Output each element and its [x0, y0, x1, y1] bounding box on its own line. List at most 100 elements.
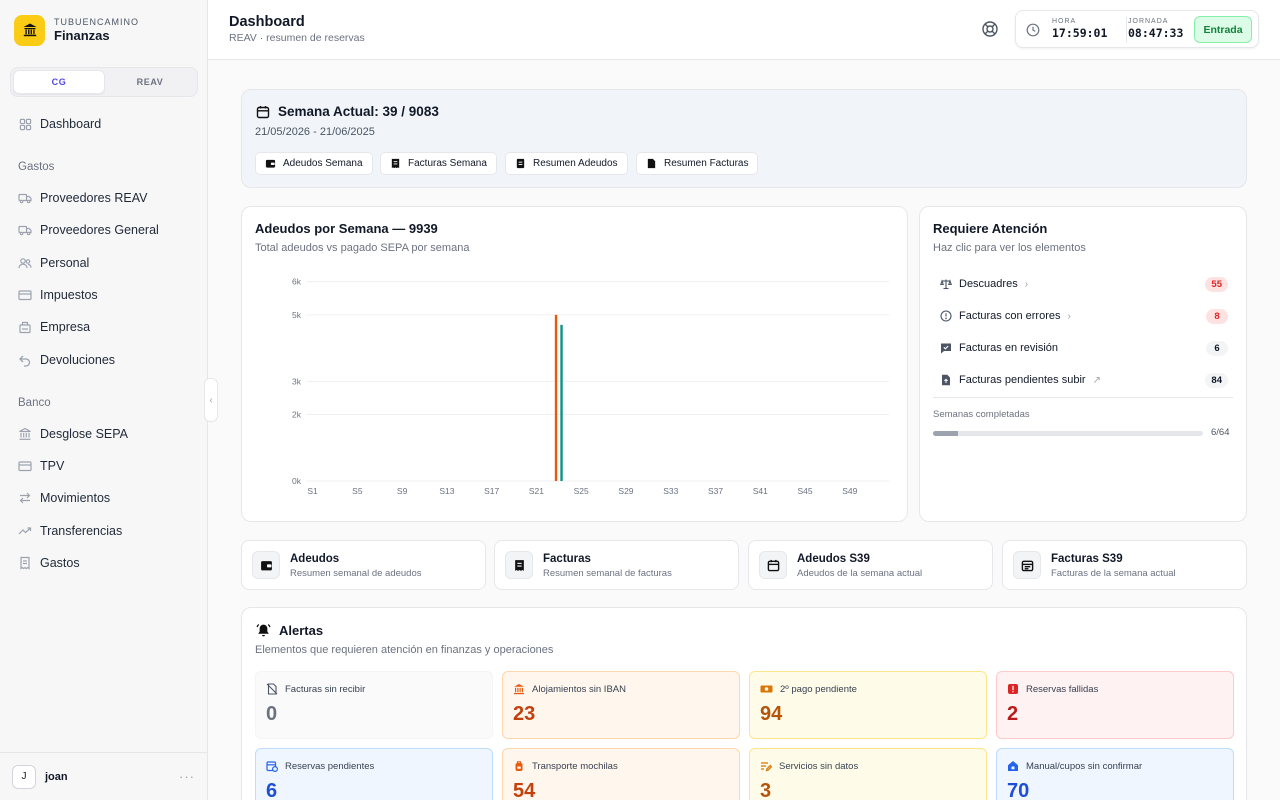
sidebar-item-transferencias[interactable]: Transferencias — [18, 521, 122, 541]
wbtn-label: Resumen Facturas — [664, 158, 749, 169]
attention-title: Requiere Atención — [933, 221, 1048, 236]
sidebar-item-proveedores-reav[interactable]: Proveedores REAV — [18, 188, 147, 208]
sidebar-item-desglose-sepa[interactable]: Desglose SEPA — [18, 424, 128, 444]
sidebar-item-movimientos[interactable]: Movimientos — [18, 488, 110, 508]
attention-label: Facturas con errores — [959, 310, 1061, 322]
tile-label: Servicios sin datos — [779, 760, 859, 772]
tile-label: Transporte mochilas — [532, 760, 618, 772]
sidebar-section-banco: Banco — [18, 397, 51, 409]
sidebar-item-label: Personal — [40, 256, 90, 270]
sidebar-item-label: Movimientos — [40, 491, 111, 505]
user-menu[interactable]: J joan ··· — [0, 752, 207, 800]
backpack-icon — [513, 760, 525, 772]
help-icon[interactable] — [981, 20, 999, 38]
quick-link-facturas-s39[interactable]: Facturas S39 Facturas de la semana actua… — [1002, 540, 1247, 590]
sidebar-item-proveedores-general[interactable]: Proveedores General — [18, 220, 159, 240]
bank-icon — [18, 427, 32, 441]
y-tick-label: 0k — [292, 476, 302, 486]
x-tick-label: S9 — [397, 486, 408, 496]
y-tick-label: 5k — [292, 310, 302, 320]
brand-app-name: Finanzas — [54, 28, 110, 43]
attention-label: Facturas en revisión — [959, 342, 1059, 354]
sidebar-collapse-button[interactable]: ‹ — [204, 378, 218, 422]
x-tick-label: S29 — [618, 486, 633, 496]
attention-row-facturas-errores[interactable]: Facturas con errores › 8 — [940, 307, 1228, 325]
chart-bar[interactable] — [560, 324, 563, 481]
sidebar-item-label: TPV — [40, 459, 65, 473]
quick-link-adeudos-s39[interactable]: Adeudos S39 Adeudos de la semana actual — [748, 540, 993, 590]
alert-tile-manual-cupos[interactable]: Manual/cupos sin confirmar 70 — [996, 748, 1234, 800]
file-icon — [646, 158, 657, 169]
y-tick-label: 3k — [292, 376, 302, 386]
wbtn-label: Adeudos Semana — [283, 158, 363, 169]
x-tick-label: S25 — [574, 486, 589, 496]
page-subtitle: REAV · resumen de reservas — [229, 32, 365, 44]
chart-bar[interactable] — [554, 314, 558, 481]
calendar-list-icon — [1013, 551, 1041, 579]
tile-value: 2 — [1007, 703, 1019, 725]
attention-label: Facturas pendientes subir — [959, 374, 1086, 386]
resumen-facturas-button[interactable]: Resumen Facturas — [636, 152, 759, 175]
sidebar-item-gastos[interactable]: Gastos — [18, 553, 80, 573]
alert-tile-transporte-mochilas[interactable]: Transporte mochilas 54 — [502, 748, 740, 800]
sidebar-item-personal[interactable]: Personal — [18, 253, 89, 273]
quick-subtitle: Facturas de la semana actual — [1051, 568, 1176, 579]
context-option-cg[interactable]: CG — [13, 70, 105, 94]
sidebar-item-dashboard[interactable]: Dashboard — [18, 114, 101, 134]
entrada-button[interactable]: Entrada — [1194, 16, 1252, 43]
alert-tile-facturas-sin-recibir[interactable]: Facturas sin recibir 0 — [255, 671, 493, 739]
file-list-icon — [515, 158, 526, 169]
alert-tile-servicios-sin-datos[interactable]: Servicios sin datos 3 — [749, 748, 987, 800]
sidebar-item-tpv[interactable]: TPV — [18, 456, 64, 476]
sidebar-item-label: Dashboard — [40, 117, 102, 131]
x-tick-label: S41 — [753, 486, 768, 496]
adeudos-chart: 0k 2k 3k 5k 6k S1 S5 S9 S13 S17 S21 S25 S29 S33 S37 S41… — [292, 277, 889, 496]
attention-row-facturas-revision[interactable]: Facturas en revisión 6 — [940, 339, 1228, 357]
alert-tile-segundo-pago[interactable]: 2º pago pendiente 94 — [749, 671, 987, 739]
quick-link-adeudos[interactable]: Adeudos Resumen semanal de adeudos — [241, 540, 486, 590]
hora-value: 17:59:01 — [1052, 26, 1108, 40]
receipt-icon — [505, 551, 533, 579]
attention-row-descuadres[interactable]: Descuadres › 55 — [940, 275, 1228, 293]
edit-list-icon — [760, 760, 772, 772]
quick-title: Adeudos S39 — [797, 553, 870, 565]
attention-row-facturas-pendientes[interactable]: Facturas pendientes subir ↗ 84 — [940, 371, 1228, 389]
top-header: Dashboard REAV · resumen de reservas HOR… — [208, 0, 1280, 60]
trending-up-icon — [18, 524, 32, 538]
context-option-reav[interactable]: REAV — [105, 70, 195, 94]
facturas-semana-button[interactable]: Facturas Semana — [380, 152, 497, 175]
brand-company: TUBUENCAMINO — [54, 17, 140, 27]
sidebar-item-devoluciones[interactable]: Devoluciones — [18, 350, 115, 370]
wbtn-label: Resumen Adeudos — [533, 158, 618, 169]
message-check-icon — [940, 342, 952, 354]
more-options-icon[interactable]: ··· — [179, 769, 195, 784]
context-switch: CG REAV — [10, 67, 198, 97]
week-date-range: 21/05/2026 - 21/06/2025 — [255, 126, 375, 138]
count-badge: 6 — [1206, 340, 1228, 356]
sidebar: TUBUENCAMINO Finanzas CG REAV Dashboard … — [0, 0, 208, 800]
calendar-icon — [759, 551, 787, 579]
brand[interactable]: TUBUENCAMINO Finanzas — [0, 0, 207, 60]
time-clock-widget: HORA 17:59:01 JORNADA 08:47:33 Entrada — [1015, 10, 1259, 48]
resumen-adeudos-button[interactable]: Resumen Adeudos — [505, 152, 628, 175]
alert-tile-reservas-fallidas[interactable]: Reservas fallidas 2 — [996, 671, 1234, 739]
sidebar-item-impuestos[interactable]: Impuestos — [18, 285, 98, 305]
alert-tile-reservas-pendientes[interactable]: Reservas pendientes 6 — [255, 748, 493, 800]
receipt-icon — [390, 158, 401, 169]
chevron-right-icon: › — [1067, 310, 1071, 322]
sidebar-item-label: Empresa — [40, 320, 91, 334]
quick-link-facturas[interactable]: Facturas Resumen semanal de facturas — [494, 540, 739, 590]
x-tick-label: S21 — [529, 486, 544, 496]
sidebar-item-empresa[interactable]: Empresa — [18, 317, 90, 337]
tile-value: 6 — [266, 780, 278, 800]
count-badge: 8 — [1206, 308, 1228, 324]
quick-subtitle: Adeudos de la semana actual — [797, 568, 923, 579]
adeudos-semana-button[interactable]: Adeudos Semana — [255, 152, 373, 175]
grid-icon — [18, 117, 32, 131]
bell-ring-icon — [256, 624, 271, 637]
building-icon — [18, 320, 32, 334]
wallet-icon — [265, 158, 276, 169]
alert-tile-alojamientos-sin-iban[interactable]: Alojamientos sin IBAN 23 — [502, 671, 740, 739]
sidebar-item-label: Proveedores General — [40, 223, 159, 237]
tile-label: Reservas fallidas — [1026, 683, 1099, 695]
